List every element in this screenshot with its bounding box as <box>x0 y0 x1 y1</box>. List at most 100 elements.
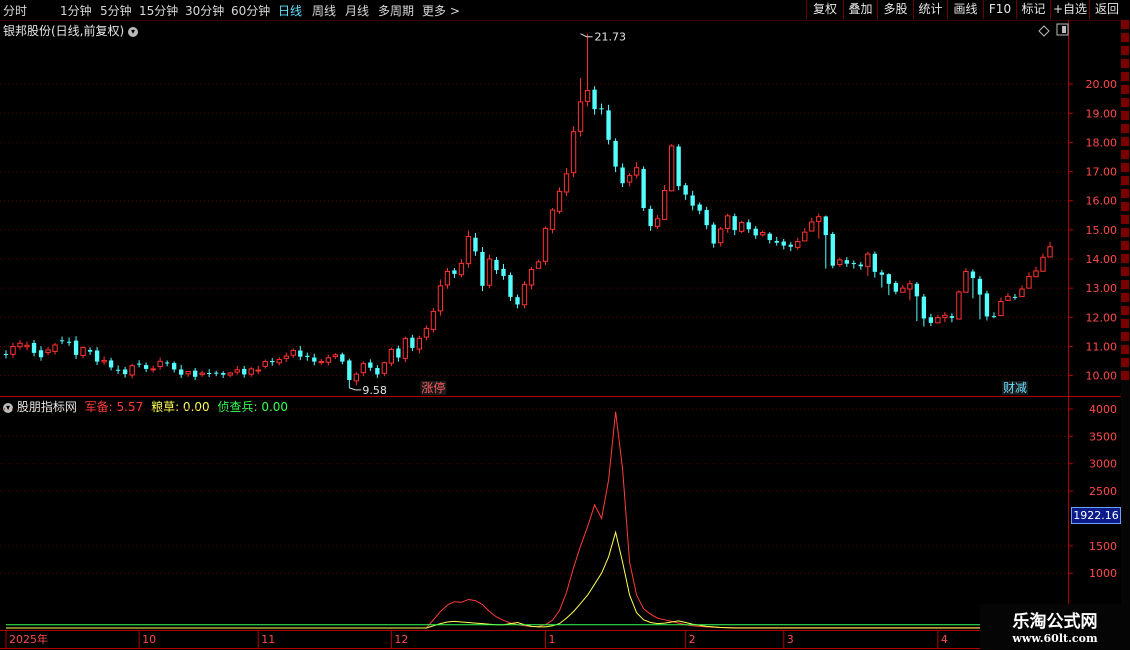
candle-body-up <box>1026 275 1032 289</box>
candle-body-down <box>122 369 128 375</box>
candle <box>473 233 478 256</box>
candle-body-down <box>207 372 212 374</box>
candle-body-down <box>410 337 415 348</box>
event-tag[interactable]: 财减 <box>1003 381 1027 395</box>
candle-body-up <box>45 349 51 354</box>
candle-body-down <box>312 357 317 362</box>
candle <box>465 230 472 268</box>
candle <box>851 260 856 269</box>
candle <box>360 361 367 377</box>
candle-body-up <box>528 269 535 286</box>
candle-body-up <box>802 231 808 242</box>
candle <box>136 360 142 368</box>
candle <box>101 356 107 365</box>
candle-body-down <box>94 350 100 362</box>
candle-body-down <box>38 350 44 358</box>
candle <box>87 347 93 355</box>
candle-body-up <box>227 372 233 376</box>
candle <box>1019 285 1025 298</box>
candle <box>270 358 275 366</box>
candle <box>746 219 751 233</box>
candle-body-up <box>795 241 801 248</box>
axis-labels: 20.00 19.00 18.00 17.00 16.00 15.00 14.00 13.00… <box>9 78 1117 646</box>
candle <box>207 369 212 378</box>
candle <box>535 259 542 269</box>
candle <box>998 297 1004 317</box>
junbei-line <box>6 411 1114 629</box>
candle-body-up <box>654 218 661 227</box>
candle-body-up <box>1005 295 1011 301</box>
candle-body-up <box>444 271 451 286</box>
candle <box>38 346 44 361</box>
candle-body-down <box>697 204 702 211</box>
candle <box>654 214 661 229</box>
candle-body-up <box>739 222 745 232</box>
candle <box>262 359 268 369</box>
candle <box>1047 241 1053 258</box>
candle <box>298 345 303 361</box>
candle <box>1040 253 1046 272</box>
indicator-lines <box>6 411 1114 629</box>
candle-body-down <box>872 253 878 272</box>
candle <box>508 272 513 301</box>
candle-body-down <box>178 369 184 375</box>
event-tag[interactable]: 涨停 <box>421 380 445 395</box>
candle <box>283 352 289 362</box>
diamond-icon[interactable] <box>1038 25 1050 37</box>
candle-body-up <box>458 262 465 276</box>
candle-body-up <box>199 372 205 375</box>
candle-body-down <box>774 240 779 243</box>
candle-body-down <box>298 350 303 357</box>
candle-body-down <box>66 341 72 343</box>
price-tick-label: 10.00 <box>1086 370 1118 383</box>
candle-body-up <box>570 131 577 174</box>
watermark-url: www.60lt.com <box>1012 632 1098 645</box>
candle <box>388 347 395 367</box>
candle-body-up <box>760 231 766 236</box>
candle <box>1033 266 1039 278</box>
candle-body-down <box>221 372 226 375</box>
candle-body-up <box>353 373 360 382</box>
price-tick-label: 14.00 <box>1086 253 1118 266</box>
candle <box>542 226 549 266</box>
candle-body-up <box>416 337 423 350</box>
current-value-tag: 1922.16 <box>1071 507 1121 524</box>
date-tick-label: 1 <box>549 633 556 646</box>
candle <box>381 361 388 377</box>
candle <box>486 254 493 289</box>
high-marker-pointer <box>580 33 593 38</box>
candle-body-down <box>886 274 892 284</box>
candle-body-down <box>991 316 997 318</box>
low-marker-label: 9.58 <box>362 384 387 397</box>
chart-canvas[interactable]: 20.00 19.00 18.00 17.00 16.00 15.00 14.00 13.00… <box>0 0 1130 650</box>
candle <box>396 345 401 362</box>
candle <box>17 340 23 350</box>
candle <box>122 366 128 378</box>
candle-body-down <box>115 369 121 371</box>
candle <box>620 163 625 188</box>
candle <box>767 232 772 244</box>
candle <box>907 280 913 301</box>
candle-body-up <box>1019 288 1025 298</box>
candle-body-up <box>360 363 367 374</box>
candle-body-down <box>620 167 625 184</box>
candle-body-down <box>305 355 310 357</box>
candle-body-up <box>101 359 107 363</box>
candle <box>515 294 520 309</box>
candle-body-up <box>80 347 86 356</box>
candle <box>430 307 437 333</box>
date-tick-label: 11 <box>261 633 275 646</box>
candle-body-down <box>171 363 177 370</box>
candle-body-down <box>690 195 695 206</box>
indicator-tick-label: 3000 <box>1089 458 1117 471</box>
candle <box>494 256 499 275</box>
candle-body-up <box>725 215 731 229</box>
candle <box>458 259 465 278</box>
candle-body-down <box>1012 296 1018 298</box>
candle <box>549 208 556 234</box>
candle <box>1026 272 1032 289</box>
candle-body-up <box>129 365 135 376</box>
candle-body-up <box>1033 270 1039 278</box>
candle <box>570 126 577 178</box>
candle-body-up <box>486 258 493 286</box>
